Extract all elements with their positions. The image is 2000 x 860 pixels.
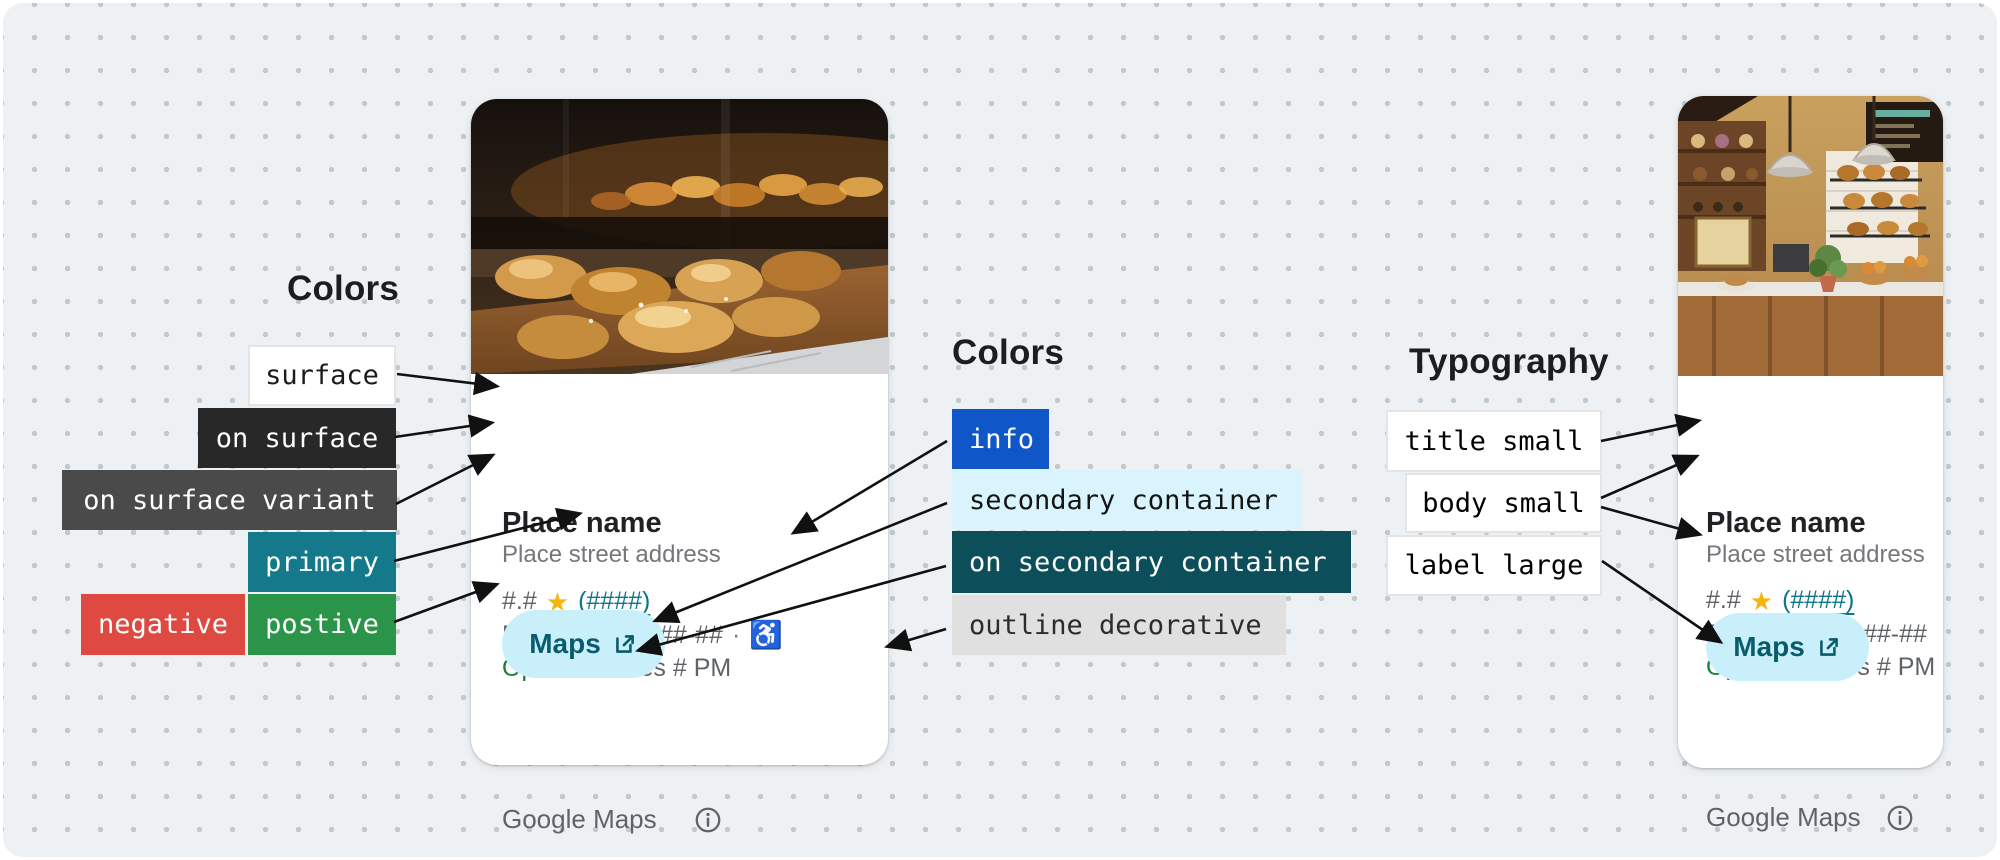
- rating-row: #.# ★ (####): [1706, 586, 1854, 615]
- color-chip-secondary-container: secondary container: [952, 470, 1302, 530]
- color-chip-info: info: [952, 409, 1049, 469]
- attribution-row: Google Maps: [1706, 802, 1915, 833]
- info-icon[interactable]: [693, 805, 723, 835]
- info-icon[interactable]: [1885, 803, 1915, 833]
- dot-separator: ·: [732, 621, 740, 650]
- maps-button[interactable]: Maps: [502, 610, 665, 678]
- color-chip-outline-decorative: outline decorative: [952, 595, 1286, 655]
- color-chip-negative: negative: [81, 594, 245, 655]
- place-street-address: Place street address: [502, 541, 721, 569]
- left-colors-heading: Colors: [287, 269, 399, 309]
- review-count-link[interactable]: (####): [1782, 586, 1854, 615]
- bakery-photo: [471, 99, 888, 374]
- external-link-icon: [612, 631, 638, 657]
- color-chip-primary: primary: [248, 532, 396, 592]
- place-name: Place name: [1706, 507, 1866, 540]
- color-chip-on-surface-variant: on surface variant: [62, 470, 397, 530]
- maps-button-label: Maps: [1733, 631, 1805, 663]
- place-card-typography: Place name Place street address #.# ★ (#…: [1678, 96, 1943, 768]
- color-chip-on-secondary-container: on secondary container: [952, 531, 1351, 593]
- type-chip-title-small: title small: [1386, 410, 1602, 472]
- place-name: Place name: [502, 507, 662, 540]
- middle-colors-heading: Colors: [952, 333, 1064, 373]
- place-card: Place name Place street address #.# ★ (#…: [471, 99, 888, 765]
- attribution-text: Google Maps: [1706, 802, 1861, 833]
- attribution-row: Google Maps: [502, 804, 723, 835]
- place-street-address: Place street address: [1706, 541, 1925, 569]
- accessibility-icon: ♿: [749, 622, 783, 649]
- type-chip-label-large: label large: [1386, 535, 1602, 596]
- attribution-text: Google Maps: [502, 804, 657, 835]
- type-chip-body-small: body small: [1405, 473, 1602, 533]
- maps-button[interactable]: Maps: [1706, 613, 1869, 681]
- rating-value: #.#: [1706, 586, 1741, 615]
- design-spec-canvas: Colors surface on surface on surface var…: [3, 3, 1997, 857]
- star-icon: ★: [1750, 588, 1773, 614]
- color-chip-on-surface: on surface: [198, 408, 396, 468]
- cafe-photo: [1678, 96, 1943, 376]
- color-chip-surface: surface: [248, 345, 396, 406]
- maps-button-label: Maps: [529, 628, 601, 660]
- external-link-icon: [1816, 634, 1842, 660]
- typography-heading: Typography: [1409, 342, 1609, 382]
- color-chip-positive: postive: [248, 594, 396, 655]
